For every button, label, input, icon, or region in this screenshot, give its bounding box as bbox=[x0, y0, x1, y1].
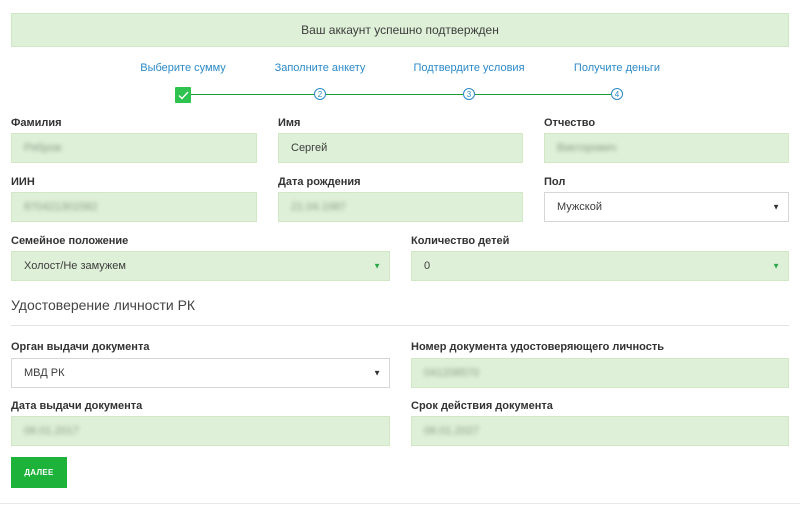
doc-number-field[interactable]: 041208570 bbox=[411, 358, 789, 388]
issue-date-value: 06.01.2017 bbox=[24, 425, 80, 437]
firstname-label: Имя bbox=[278, 117, 301, 129]
children-value: 0 bbox=[424, 260, 431, 272]
birthdate-label: Дата рождения bbox=[278, 176, 361, 188]
step-1-label[interactable]: Выберите сумму bbox=[140, 62, 226, 74]
iin-value: 870421301582 bbox=[24, 201, 98, 213]
step-4-label[interactable]: Получите деньги bbox=[574, 62, 660, 74]
issuer-select[interactable]: МВД РК ▼ bbox=[11, 358, 390, 388]
patronymic-field[interactable]: Викторович bbox=[544, 133, 789, 163]
identity-section-title: Удостоверение личности РК bbox=[11, 297, 196, 313]
step-connector-1 bbox=[190, 94, 314, 95]
issue-date-field[interactable]: 06.01.2017 bbox=[11, 416, 390, 446]
lastname-label: Фамилия bbox=[11, 117, 62, 129]
doc-number-value: 041208570 bbox=[424, 367, 480, 379]
children-label: Количество детей bbox=[411, 235, 510, 247]
step-connector-2 bbox=[326, 94, 463, 95]
firstname-value: Сергей bbox=[291, 142, 328, 154]
issue-date-label: Дата выдачи документа bbox=[11, 400, 143, 412]
step-2-circle[interactable]: 2 bbox=[314, 88, 326, 100]
marital-value: Холост/Не замужем bbox=[24, 260, 126, 272]
expiry-date-label: Срок действия документа bbox=[411, 400, 553, 412]
marital-select[interactable]: Холост/Не замужем ▼ bbox=[11, 251, 390, 281]
success-alert-text: Ваш аккаунт успешно подтвержден bbox=[301, 23, 499, 37]
issuer-value: МВД РК bbox=[24, 367, 65, 379]
step-1-check-icon[interactable] bbox=[175, 87, 191, 103]
patronymic-label: Отчество bbox=[544, 117, 596, 129]
step-4-circle[interactable]: 4 bbox=[611, 88, 623, 100]
chevron-down-icon: ▼ bbox=[772, 202, 780, 212]
birthdate-value: 21.04.1987 bbox=[291, 201, 347, 213]
gender-label: Пол bbox=[544, 176, 566, 188]
birthdate-field[interactable]: 21.04.1987 bbox=[278, 192, 523, 222]
doc-number-label: Номер документа удостоверяющего личность bbox=[411, 341, 665, 353]
step-3-circle[interactable]: 3 bbox=[463, 88, 475, 100]
lastname-value: Рябров bbox=[24, 142, 62, 154]
success-alert: Ваш аккаунт успешно подтвержден bbox=[11, 13, 789, 47]
bottom-divider bbox=[0, 503, 800, 504]
issuer-label: Орган выдачи документа bbox=[11, 341, 150, 353]
lastname-field[interactable]: Рябров bbox=[11, 133, 257, 163]
step-connector-3 bbox=[475, 94, 611, 95]
chevron-down-icon: ▼ bbox=[772, 261, 780, 271]
patronymic-value: Викторович bbox=[557, 142, 617, 154]
gender-select[interactable]: Мужской ▼ bbox=[544, 192, 789, 222]
marital-label: Семейное положение bbox=[11, 235, 129, 247]
iin-field[interactable]: 870421301582 bbox=[11, 192, 257, 222]
expiry-date-value: 06.01.2027 bbox=[424, 425, 480, 437]
expiry-date-field[interactable]: 06.01.2027 bbox=[411, 416, 789, 446]
step-3-label[interactable]: Подтвердите условия bbox=[413, 62, 524, 74]
chevron-down-icon: ▼ bbox=[373, 261, 381, 271]
firstname-field[interactable]: Сергей bbox=[278, 133, 523, 163]
section-divider bbox=[11, 325, 789, 326]
children-select[interactable]: 0 ▼ bbox=[411, 251, 789, 281]
next-button[interactable]: ДАЛЕЕ bbox=[11, 457, 67, 488]
iin-label: ИИН bbox=[11, 176, 35, 188]
chevron-down-icon: ▼ bbox=[373, 368, 381, 378]
step-2-label[interactable]: Заполните анкету bbox=[275, 62, 366, 74]
gender-value: Мужской bbox=[557, 201, 602, 213]
